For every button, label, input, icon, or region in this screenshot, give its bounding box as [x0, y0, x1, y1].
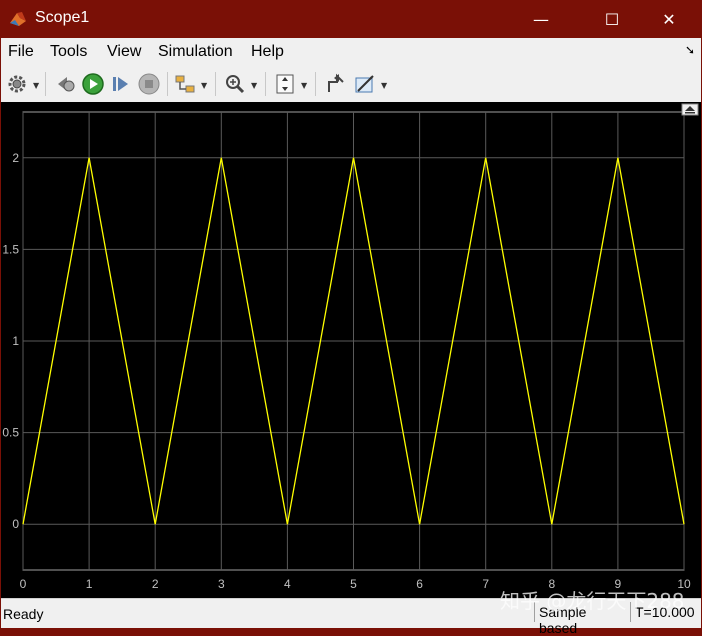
stop-icon[interactable] — [137, 72, 161, 96]
step-forward-icon[interactable] — [109, 72, 133, 96]
x-tick-label: 1 — [86, 577, 93, 591]
status-sample-mode: Sample based — [534, 602, 630, 636]
undock-arrow-icon[interactable]: ➘ — [685, 43, 695, 57]
y-tick-label: 0 — [12, 517, 19, 531]
menu-help[interactable]: Help — [251, 43, 284, 61]
measurements-icon[interactable] — [353, 72, 377, 96]
y-tick-label: 1.5 — [2, 242, 19, 256]
toolbar-separator — [215, 72, 216, 96]
close-icon: ✕ — [662, 9, 676, 29]
toolbar-separator — [315, 72, 316, 96]
status-ready: Ready — [3, 606, 44, 622]
maximize-icon: ☐ — [604, 9, 620, 29]
x-tick-label: 5 — [350, 577, 357, 591]
y-tick-label: 2 — [12, 151, 19, 165]
menu-file[interactable]: File — [8, 43, 34, 61]
y-tick-labels: 0 0.5 1 1.5 2 — [2, 151, 19, 531]
restore-axes-button[interactable] — [681, 103, 699, 116]
step-back-icon[interactable] — [53, 72, 77, 96]
status-bar: Ready Sample based T=10.000 — [1, 598, 701, 636]
autoscale-dropdown-icon[interactable]: ▼ — [301, 81, 307, 90]
minimize-icon: — — [533, 9, 549, 29]
maximize-button[interactable]: ☐ — [589, 0, 635, 38]
zoom-in-icon[interactable] — [223, 72, 247, 96]
x-tick-label: 0 — [20, 577, 27, 591]
matlab-logo-icon — [10, 12, 26, 26]
toolbar-separator — [265, 72, 266, 96]
toolbar-separator — [167, 72, 168, 96]
window-title: Scope1 — [35, 9, 90, 26]
x-tick-label: 6 — [416, 577, 423, 591]
zoom-dropdown-icon[interactable]: ▼ — [251, 81, 257, 90]
toolbar: ▼ ▼ ▼ ▼ ▼ — [1, 66, 701, 103]
restore-view-icon[interactable] — [323, 72, 347, 96]
autoscale-icon[interactable] — [273, 72, 297, 96]
x-tick-label: 7 — [482, 577, 489, 591]
x-tick-label: 3 — [218, 577, 225, 591]
menu-simulation[interactable]: Simulation — [158, 43, 233, 61]
title-bar: Scope1 — ☐ ✕ — [0, 0, 702, 38]
highlight-block-icon[interactable] — [173, 72, 197, 96]
status-time: T=10.000 — [630, 602, 700, 622]
x-tick-labels: 0 1 2 3 4 5 6 7 8 9 10 — [20, 577, 691, 591]
menu-view[interactable]: View — [107, 43, 141, 61]
highlight-dropdown-icon[interactable]: ▼ — [201, 81, 207, 90]
settings-dropdown-icon[interactable]: ▼ — [33, 81, 39, 90]
minimize-button[interactable]: — — [518, 0, 564, 38]
toolbar-separator — [45, 72, 46, 96]
x-tick-label: 8 — [548, 577, 555, 591]
x-tick-label: 9 — [615, 577, 622, 591]
x-tick-label: 4 — [284, 577, 291, 591]
x-tick-label: 2 — [152, 577, 159, 591]
measurements-dropdown-icon[interactable]: ▼ — [381, 81, 387, 90]
line-chart: 0 1 2 3 4 5 6 7 8 9 10 0 0.5 1 1.5 2 — [2, 103, 699, 591]
y-tick-label: 1 — [12, 334, 19, 348]
settings-icon[interactable] — [5, 72, 29, 96]
y-tick-label: 0.5 — [2, 426, 19, 440]
run-icon[interactable] — [81, 72, 105, 96]
close-button[interactable]: ✕ — [646, 0, 692, 38]
menu-bar: File Tools View Simulation Help ➘ — [1, 38, 701, 66]
menu-tools[interactable]: Tools — [50, 43, 87, 61]
scope-display[interactable]: 0 1 2 3 4 5 6 7 8 9 10 0 0.5 1 1.5 2 — [1, 102, 701, 598]
x-tick-label: 10 — [677, 577, 691, 591]
